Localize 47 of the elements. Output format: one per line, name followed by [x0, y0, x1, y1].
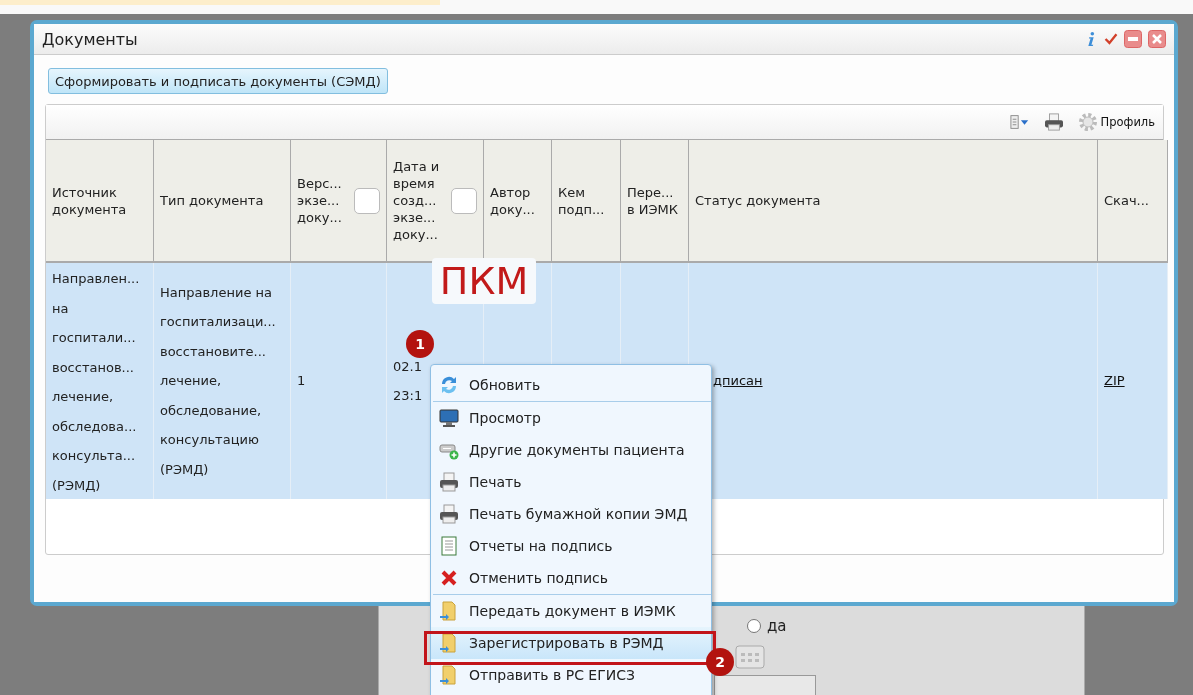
- monitor-icon: [439, 408, 459, 428]
- folder-arrow-icon: [439, 633, 459, 653]
- column-header[interactable]: Верс... экзе... доку...: [291, 140, 387, 263]
- column-header[interactable]: Тип документа: [154, 140, 291, 263]
- printer-icon[interactable]: [1043, 113, 1064, 131]
- refresh-icon: [439, 375, 459, 395]
- check-icon[interactable]: [1104, 31, 1118, 47]
- column-header[interactable]: Скач...: [1098, 140, 1168, 263]
- close-button[interactable]: [1148, 30, 1166, 48]
- input-field[interactable]: [714, 675, 816, 695]
- cell-text: 02.1 23:1: [393, 357, 424, 405]
- columns-menu-icon[interactable]: [1009, 113, 1030, 131]
- list-icon: [439, 536, 459, 556]
- generate-sign-button[interactable]: Сформировать и подписать документы (СЭМД): [48, 68, 388, 94]
- column-header[interactable]: Автор доку...: [484, 140, 552, 263]
- radio-button[interactable]: [747, 619, 761, 633]
- folder-arrow-icon: [439, 665, 459, 685]
- menu-item[interactable]: Просмотр: [431, 402, 711, 434]
- menu-item[interactable]: Отменить подпись: [431, 562, 711, 594]
- annotation-label: ПКМ: [432, 258, 536, 304]
- column-header[interactable]: Дата и время созд... экзе... доку...: [387, 140, 484, 263]
- column-header[interactable]: Статус документа: [689, 140, 1098, 263]
- window-title: Документы: [42, 29, 138, 49]
- cross-icon: [439, 568, 459, 588]
- column-header[interactable]: Пере... в ИЭМК: [621, 140, 689, 263]
- printer-icon: [439, 504, 459, 524]
- printer-icon: [439, 472, 459, 492]
- menu-item[interactable]: Отчеты на подпись: [431, 530, 711, 562]
- cell-text: Направление на госпитализаци... восстановите... лечение, обследование, консультацию (РЭМД): [160, 283, 277, 479]
- cell-text: Направлен... на госпитали... восстанов... лечение, обследова... консульта... (РЭМД): [52, 270, 141, 495]
- menu-item[interactable]: Обновить: [431, 369, 711, 401]
- cell-text: 1: [297, 372, 306, 391]
- header-checkbox[interactable]: [354, 187, 380, 214]
- column-header[interactable]: Источник документа: [46, 140, 154, 263]
- menu-item[interactable]: Передать документ в ИЭМК: [431, 595, 711, 627]
- header-checkbox[interactable]: [451, 187, 477, 214]
- menu-item[interactable]: Печать: [431, 466, 711, 498]
- settings-icon: [1077, 112, 1098, 132]
- menu-item[interactable]: Другие документы пациента: [431, 434, 711, 466]
- menu-item[interactable]: Печать бумажной копии ЭМД: [431, 498, 711, 530]
- profile-button[interactable]: Профиль: [1077, 112, 1155, 132]
- column-header[interactable]: Кем подп...: [552, 140, 621, 263]
- radio-label: да: [767, 617, 787, 635]
- cell-link[interactable]: ZIP: [1104, 366, 1125, 396]
- folder-arrow-icon: [439, 601, 459, 621]
- minimize-button[interactable]: [1124, 30, 1142, 48]
- cell-link[interactable]: дписан: [713, 366, 763, 396]
